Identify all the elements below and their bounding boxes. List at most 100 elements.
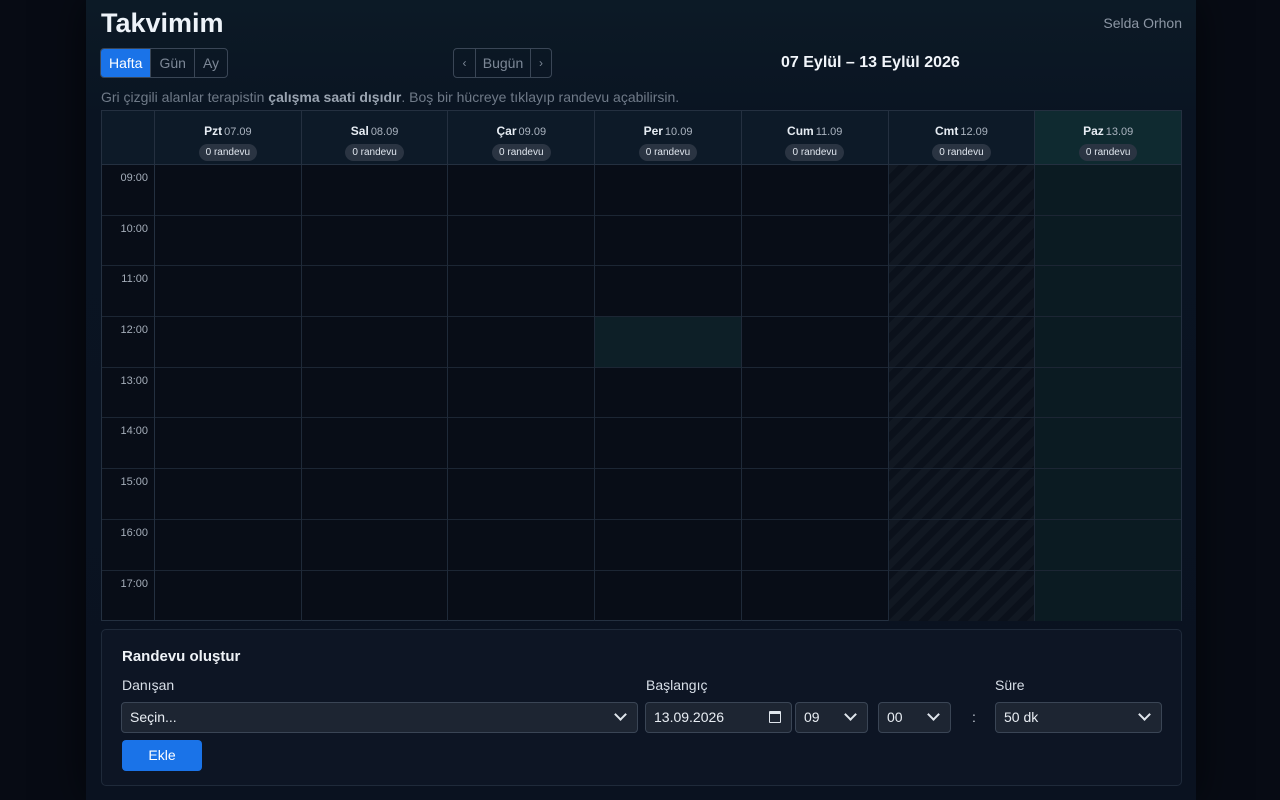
time-slot-cell[interactable]: [741, 368, 888, 419]
time-slot-cell[interactable]: [1035, 165, 1182, 216]
user-name[interactable]: Selda Orhon: [1103, 15, 1182, 31]
time-slot-cell[interactable]: [741, 469, 888, 520]
time-slot-cell[interactable]: [155, 520, 301, 571]
day-header-title: Paz 13.09: [1035, 122, 1181, 140]
day-header-title: Çar 09.09: [448, 122, 594, 140]
time-label: 15:00: [102, 469, 154, 520]
add-appointment-button[interactable]: Ekle: [122, 740, 202, 771]
time-slot-cell[interactable]: [595, 317, 741, 368]
duration-select-value: 50 dk: [1004, 709, 1039, 725]
time-slot-cell[interactable]: [1035, 216, 1182, 267]
appointment-count-badge: 0 randevu: [492, 144, 551, 161]
day-name: Pzt: [204, 124, 223, 138]
view-week-button[interactable]: Hafta: [101, 49, 151, 77]
day-header-title: Cum 11.09: [742, 122, 888, 140]
time-slot-cell[interactable]: [741, 216, 888, 267]
time-slot-cell: [888, 216, 1035, 267]
time-slot-cell[interactable]: [301, 368, 448, 419]
time-slot-cell[interactable]: [301, 520, 448, 571]
view-month-button[interactable]: Ay: [193, 49, 227, 77]
day-header-title: Per 10.09: [595, 122, 741, 140]
time-slot-cell[interactable]: [741, 165, 888, 216]
time-slot-cell[interactable]: [741, 418, 888, 470]
appointment-count-badge: 0 randevu: [345, 144, 404, 161]
time-slot-cell[interactable]: [595, 418, 741, 470]
time-slot-cell[interactable]: [741, 317, 888, 368]
time-slot-cell[interactable]: [301, 266, 448, 318]
time-slot-cell[interactable]: [302, 571, 448, 622]
time-slot-cell[interactable]: [742, 571, 888, 622]
time-slot-cell[interactable]: [155, 317, 301, 368]
client-select[interactable]: Seçin...: [121, 702, 638, 733]
time-slot-cell[interactable]: [595, 571, 741, 622]
time-label: 12:00: [102, 317, 154, 368]
time-slot-cell[interactable]: [448, 571, 594, 622]
time-slot-cell[interactable]: [155, 266, 301, 318]
duration-select[interactable]: 50 dk: [995, 702, 1162, 733]
today-button[interactable]: Bugün: [475, 49, 530, 77]
time-slot-cell[interactable]: [301, 317, 448, 368]
time-label: 13:00: [102, 368, 154, 419]
hour-select[interactable]: 09: [795, 702, 868, 733]
time-slot-cell[interactable]: [1035, 520, 1182, 571]
time-slot-cell[interactable]: [1035, 317, 1182, 368]
time-gutter-header: [102, 111, 155, 164]
date-input[interactable]: 13.09.2026: [645, 702, 792, 733]
time-slot-cell[interactable]: [155, 216, 301, 267]
calendar-icon[interactable]: [769, 711, 781, 723]
time-slot-cell[interactable]: [595, 520, 741, 571]
time-slot-cell[interactable]: [1035, 368, 1182, 419]
time-slot-cell: [888, 368, 1035, 419]
appointment-count-badge: 0 randevu: [198, 144, 258, 161]
time-slot-cell: [888, 165, 1035, 216]
time-slot-cell[interactable]: [155, 418, 301, 470]
day-header-title: Cmt 12.09: [889, 122, 1035, 140]
chevron-down-icon: [614, 708, 627, 721]
time-slot-cell[interactable]: [448, 266, 595, 318]
day-header-çar: Çar 09.09 0 randevu: [448, 111, 596, 164]
day-column-çar: [448, 165, 596, 622]
time-slot-cell[interactable]: [301, 165, 448, 216]
time-slot-cell[interactable]: [741, 520, 888, 571]
time-slot-cell[interactable]: [741, 266, 888, 318]
prev-week-button[interactable]: ‹: [454, 49, 475, 77]
day-column-per: [595, 165, 742, 621]
time-slot-cell[interactable]: [595, 368, 741, 419]
time-slot-cell[interactable]: [448, 317, 595, 368]
time-slot-cell[interactable]: [595, 165, 741, 216]
time-slot-cell[interactable]: [1035, 469, 1182, 520]
time-label: 09:00: [102, 165, 154, 216]
time-slot-cell[interactable]: [301, 469, 448, 520]
view-day-button[interactable]: Gün: [150, 49, 193, 77]
time-slot-cell[interactable]: [448, 520, 595, 571]
day-header-per: Per 10.09 0 randevu: [595, 111, 742, 164]
time-slot-cell[interactable]: [1035, 418, 1182, 470]
form-title: Randevu oluştur: [122, 648, 241, 665]
time-slot-cell[interactable]: [448, 368, 595, 419]
day-date: 09.09: [518, 126, 547, 138]
time-slot-cell[interactable]: [301, 418, 448, 470]
time-slot-cell: [888, 317, 1035, 368]
time-slot-cell[interactable]: [448, 216, 595, 267]
time-slot-cell[interactable]: [155, 571, 301, 622]
time-slot-cell[interactable]: [301, 216, 448, 267]
time-slot-cell[interactable]: [595, 216, 741, 267]
day-date: 11.09: [815, 126, 843, 138]
time-slot-cell[interactable]: [448, 469, 595, 520]
day-header-sal: Sal 08.09 0 randevu: [302, 111, 449, 164]
time-slot-cell[interactable]: [1035, 266, 1182, 318]
time-slot-cell[interactable]: [595, 266, 741, 318]
time-slot-cell[interactable]: [1035, 571, 1181, 622]
next-week-button[interactable]: ›: [530, 49, 551, 77]
time-slot-cell[interactable]: [448, 165, 595, 216]
time-slot-cell[interactable]: [155, 368, 301, 419]
time-slot-cell: [888, 520, 1035, 571]
time-gutter: 09:00 10:00 11:00 12:00 13:00 14:00 15:00 16:00…: [102, 165, 155, 621]
minute-select[interactable]: 00: [878, 702, 951, 733]
time-slot-cell[interactable]: [155, 165, 301, 216]
time-slot-cell[interactable]: [448, 418, 595, 470]
time-slot-cell[interactable]: [155, 469, 301, 520]
time-slot-cell[interactable]: [595, 469, 741, 520]
hint-text: Gri çizgili alanlar terapistin çalışma s…: [101, 89, 679, 105]
hint-text-start: Gri çizgili alanlar terapistin: [101, 89, 269, 105]
